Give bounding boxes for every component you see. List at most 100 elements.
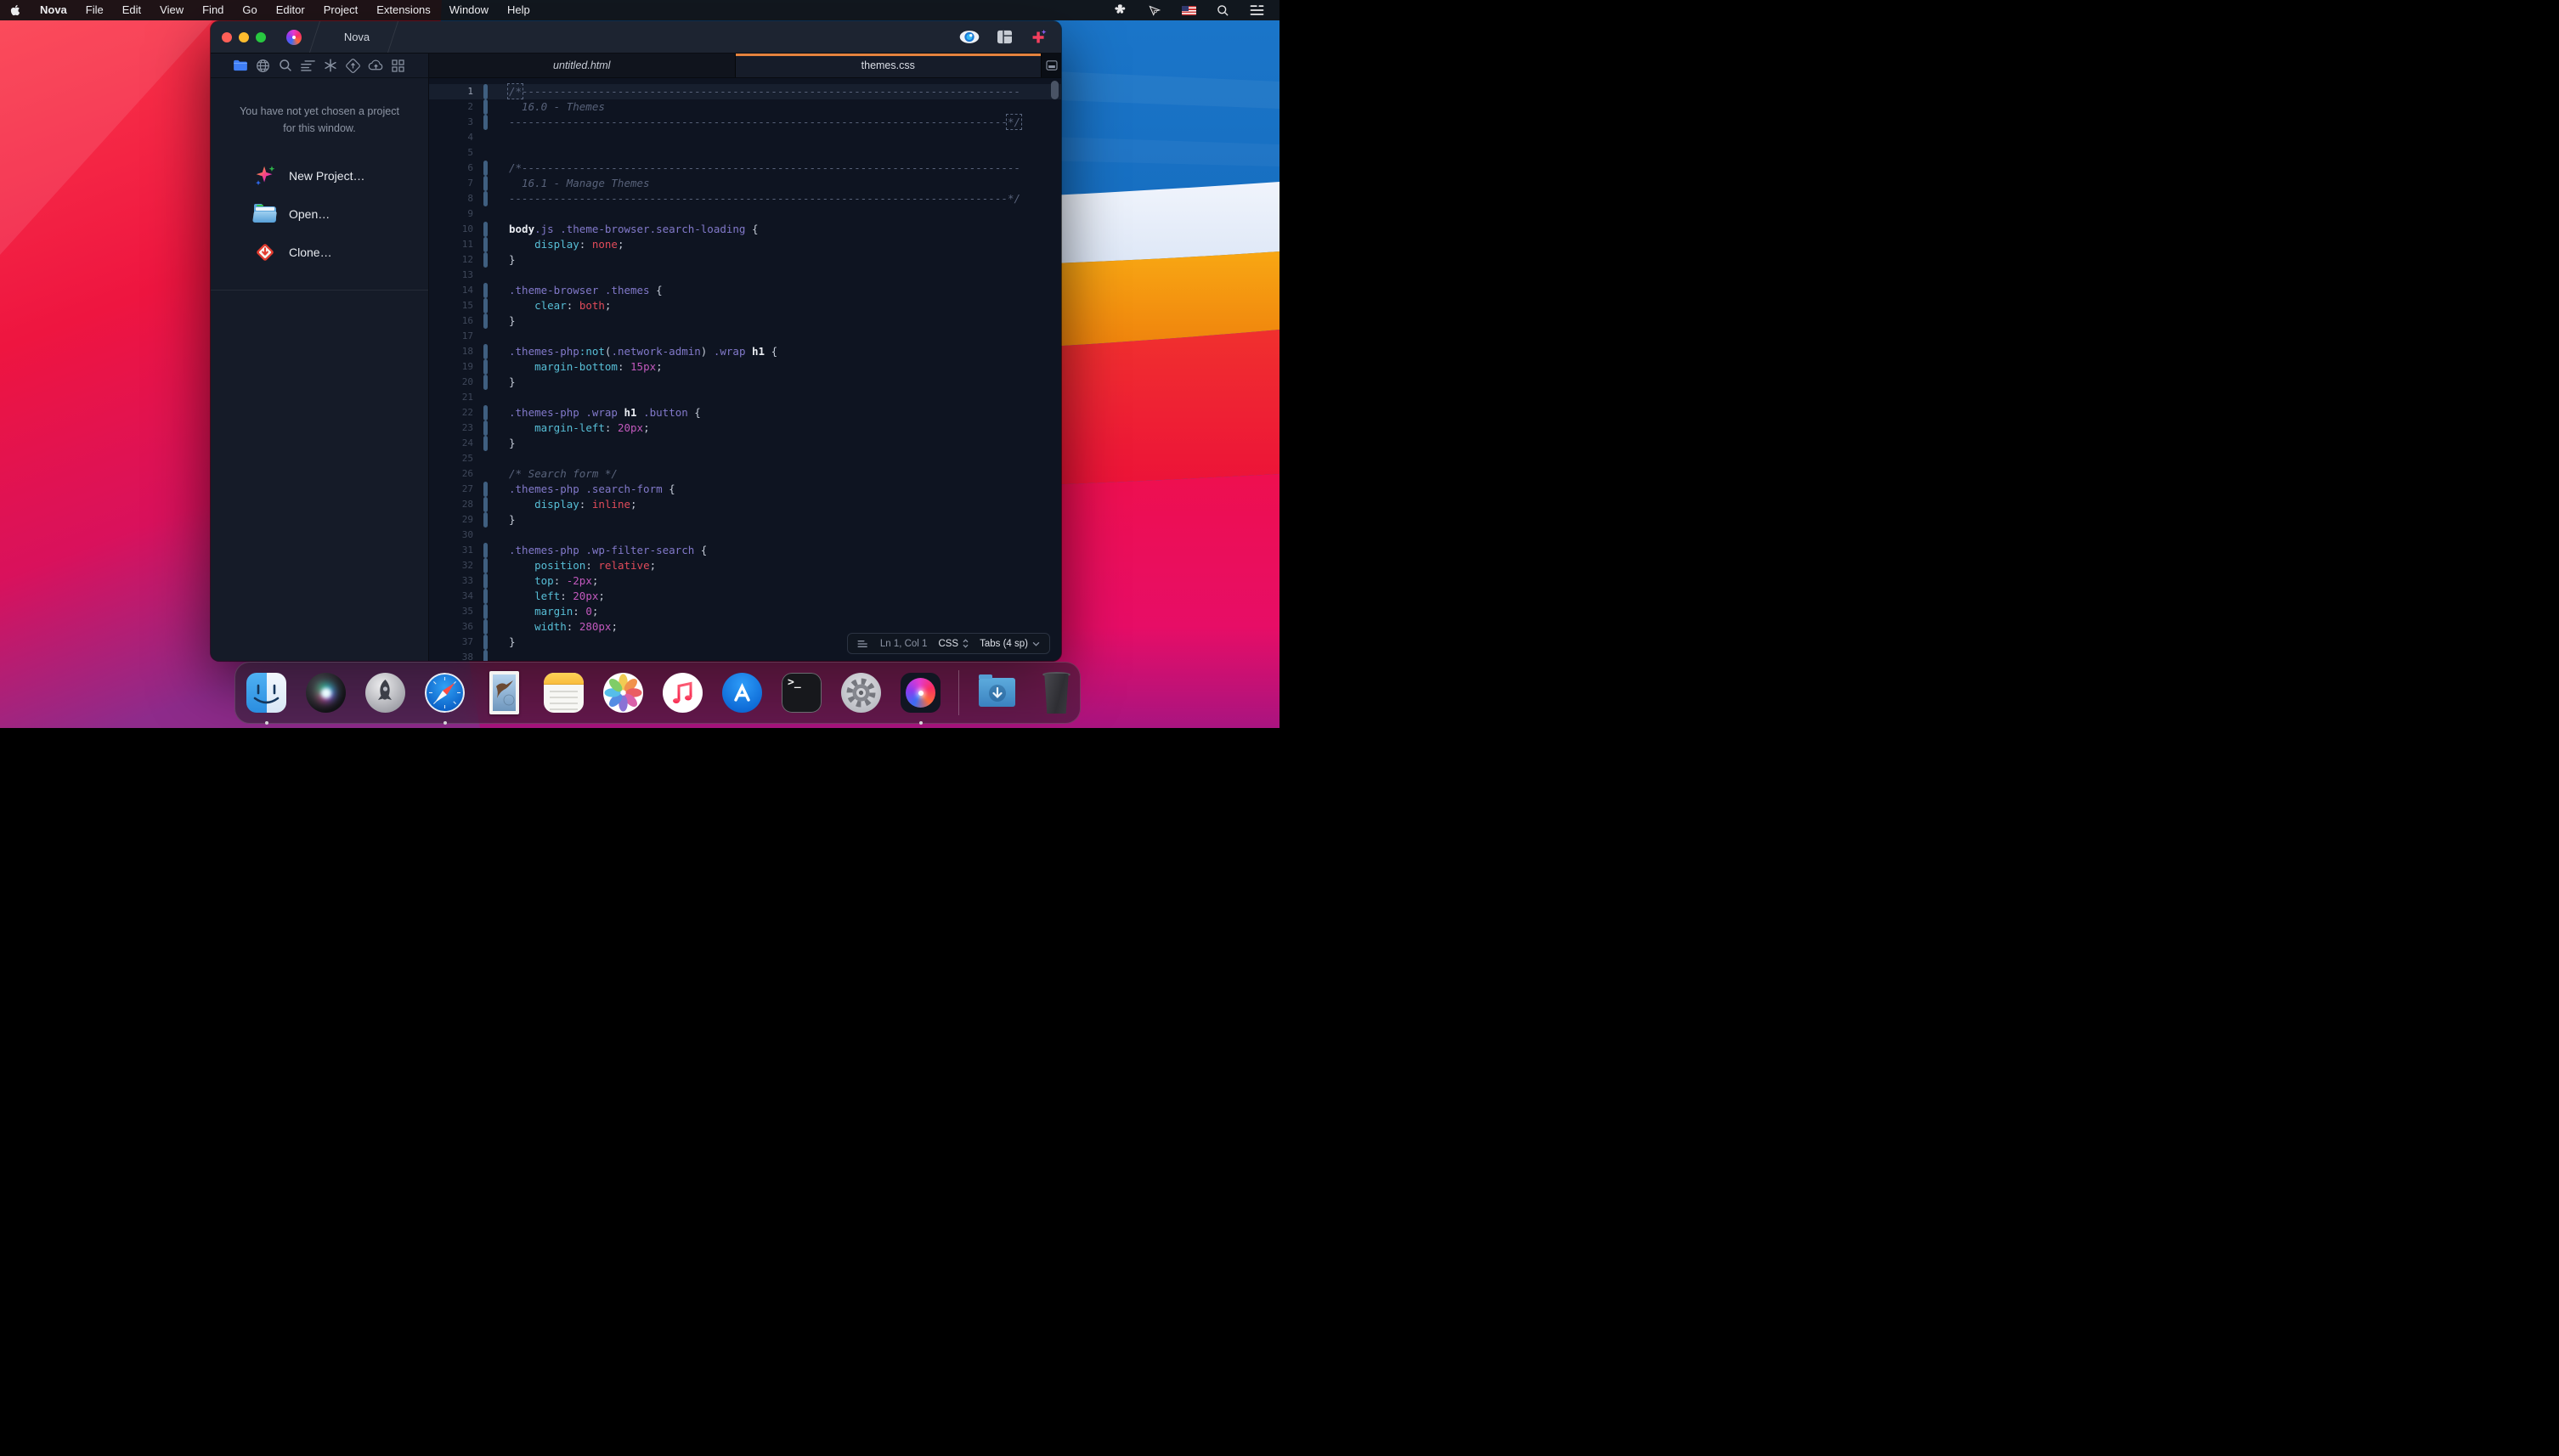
code-line[interactable]: 32 position: relative;	[429, 558, 1061, 573]
code-line[interactable]: 11 display: none;	[429, 237, 1061, 252]
dock-item-siri[interactable]	[302, 669, 350, 717]
window-titlebar[interactable]: Nova	[211, 21, 1061, 54]
code-line[interactable]: 24}	[429, 436, 1061, 451]
code-line[interactable]: 18.themes-php:not(.network-admin) .wrap …	[429, 344, 1061, 359]
code-text: margin-bottom: 15px;	[488, 359, 663, 375]
menu-item-extensions[interactable]: Extensions	[367, 3, 440, 16]
code-line[interactable]: 9	[429, 206, 1061, 222]
menu-item-window[interactable]: Window	[440, 3, 498, 16]
code-line[interactable]: 23 margin-left: 20px;	[429, 420, 1061, 436]
no-project-message: You have not yet chosen a project for th…	[211, 103, 428, 137]
code-line[interactable]: 27.themes-php .search-form {	[429, 482, 1061, 497]
code-line[interactable]: 15 clear: both;	[429, 298, 1061, 313]
code-line[interactable]: 8---------------------------------------…	[429, 191, 1061, 206]
code-line[interactable]: 7 16.1 - Manage Themes	[429, 176, 1061, 191]
code-line[interactable]: 5	[429, 145, 1061, 161]
code-line[interactable]: 28 display: inline;	[429, 497, 1061, 512]
sidebar-item-clone[interactable]: Clone…	[252, 239, 428, 266]
code-text: /*--------------------------------------…	[488, 84, 1020, 99]
spotlight-search-icon[interactable]	[1217, 4, 1229, 17]
code-line[interactable]: 31.themes-php .wp-filter-search {	[429, 543, 1061, 558]
code-line[interactable]: 1/*-------------------------------------…	[429, 84, 1061, 99]
sidebar-item-open[interactable]: Open…	[252, 200, 428, 228]
code-line[interactable]: 34 left: 20px;	[429, 589, 1061, 604]
dock-item-downloads[interactable]	[973, 669, 1021, 717]
code-line[interactable]: 30	[429, 528, 1061, 543]
dock-item-notes[interactable]	[539, 669, 588, 717]
code-line[interactable]: 17	[429, 329, 1061, 344]
dock-item-music[interactable]	[658, 669, 707, 717]
extensions-grid-icon[interactable]	[390, 57, 407, 74]
code-line[interactable]: 21	[429, 390, 1061, 405]
us-flag-input-icon[interactable]	[1182, 6, 1196, 15]
menu-item-help[interactable]: Help	[498, 3, 539, 16]
files-folder-icon[interactable]	[232, 57, 249, 74]
menu-item-view[interactable]: View	[150, 3, 193, 16]
line-number: 5	[429, 145, 483, 161]
code-line[interactable]: 3---------------------------------------…	[429, 115, 1061, 130]
symbols-outline-icon[interactable]	[300, 57, 317, 74]
menu-item-editor[interactable]: Editor	[267, 3, 314, 16]
cursor-plane-icon[interactable]	[1148, 4, 1161, 17]
preview-eye-icon[interactable]	[959, 30, 980, 44]
code-line[interactable]: 20}	[429, 375, 1061, 390]
dock-item-nova[interactable]	[896, 669, 945, 717]
tab-width-selector[interactable]: Tabs (4 sp)	[980, 639, 1040, 649]
dock-item-trash[interactable]	[1032, 669, 1081, 717]
menu-item-go[interactable]: Go	[233, 3, 266, 16]
code-line[interactable]: 26/* Search form */	[429, 466, 1061, 482]
code-line[interactable]: 2 16.0 - Themes	[429, 99, 1061, 115]
zoom-button[interactable]	[256, 32, 266, 42]
cursor-position[interactable]: Ln 1, Col 1	[880, 639, 928, 649]
cloud-sync-icon[interactable]	[367, 57, 384, 74]
code-line[interactable]: 25	[429, 451, 1061, 466]
close-button[interactable]	[222, 32, 232, 42]
code-line[interactable]: 14.theme-browser .themes {	[429, 283, 1061, 298]
wrap-options-icon[interactable]	[857, 640, 869, 648]
code-line[interactable]: 19 margin-bottom: 15px;	[429, 359, 1061, 375]
code-line[interactable]: 22.themes-php .wrap h1 .button {	[429, 405, 1061, 420]
code-line[interactable]: 35 margin: 0;	[429, 604, 1061, 619]
editor-scrollbar-thumb[interactable]	[1051, 81, 1059, 99]
split-editor-icon[interactable]	[997, 30, 1013, 44]
dock-item-launchpad[interactable]	[361, 669, 410, 717]
code-line[interactable]: 12}	[429, 252, 1061, 268]
nova-window: Nova You have not yet chos	[211, 21, 1061, 661]
dock-item-app-store[interactable]	[718, 669, 766, 717]
code-line[interactable]: 33 top: -2px;	[429, 573, 1061, 589]
menu-item-find[interactable]: Find	[193, 3, 233, 16]
avast-icon[interactable]	[1114, 3, 1127, 17]
code-line[interactable]: 16}	[429, 313, 1061, 329]
dock-item-safari[interactable]	[421, 669, 469, 717]
apple-menu-icon[interactable]	[0, 4, 31, 16]
menu-item-file[interactable]: File	[76, 3, 113, 16]
code-text	[488, 390, 509, 405]
code-line[interactable]: 13	[429, 268, 1061, 283]
search-icon[interactable]	[277, 57, 294, 74]
menu-list-icon[interactable]	[1250, 4, 1264, 16]
tab-themes-css[interactable]: themes.css	[736, 54, 1042, 77]
sidebar-item-newproject[interactable]: New Project…	[252, 162, 428, 189]
dock-item-finder[interactable]	[242, 669, 291, 717]
remote-globe-icon[interactable]	[255, 57, 272, 74]
minimize-button[interactable]	[239, 32, 249, 42]
snippets-asterisk-icon[interactable]	[322, 57, 339, 74]
menu-item-edit[interactable]: Edit	[113, 3, 150, 16]
code-line[interactable]: 4	[429, 130, 1061, 145]
git-publish-icon[interactable]	[345, 57, 362, 74]
new-plus-icon[interactable]	[1030, 29, 1048, 46]
code-line[interactable]: 6/*-------------------------------------…	[429, 161, 1061, 176]
language-selector[interactable]: CSS	[938, 639, 969, 649]
code-line[interactable]: 10body.js .theme-browser.search-loading …	[429, 222, 1061, 237]
code-text	[488, 145, 509, 161]
code-editor[interactable]: 1/*-------------------------------------…	[429, 78, 1061, 661]
code-line[interactable]: 29}	[429, 512, 1061, 528]
dock-item-mail[interactable]	[480, 669, 528, 717]
menu-item-project[interactable]: Project	[314, 3, 367, 16]
tab-untitled-html[interactable]: untitled.html	[429, 54, 736, 77]
menu-app-name[interactable]: Nova	[31, 0, 76, 20]
editor-options-icon[interactable]	[1042, 54, 1061, 77]
dock-item-terminal[interactable]: >_	[777, 669, 826, 717]
dock-item-system-preferences[interactable]	[837, 669, 885, 717]
dock-item-photos[interactable]	[599, 669, 647, 717]
